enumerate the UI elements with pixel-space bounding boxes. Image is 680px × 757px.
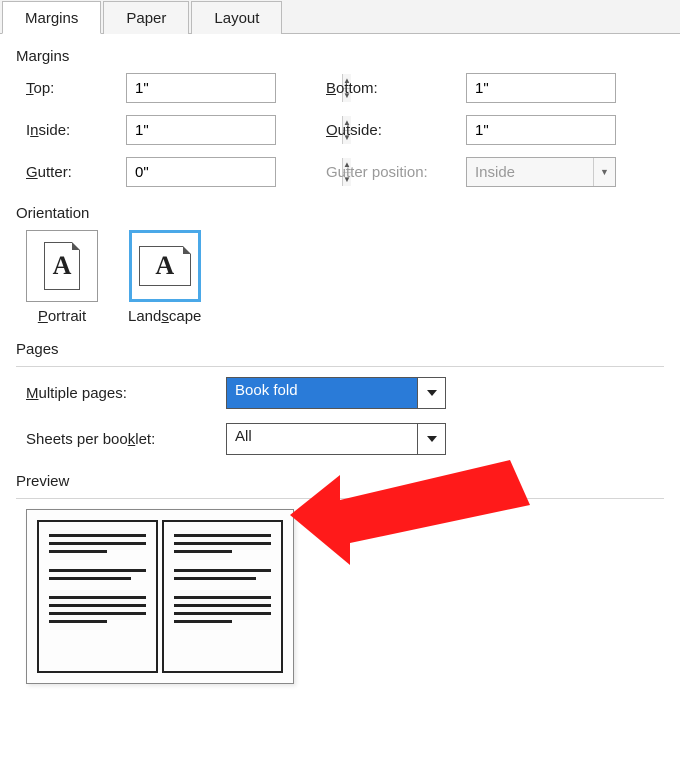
- section-orientation-label: Orientation: [16, 205, 664, 222]
- inside-spinner[interactable]: ▲ ▼: [126, 115, 276, 145]
- gutter-pos-value: Inside: [467, 164, 593, 181]
- bottom-label: Bottom:: [326, 80, 466, 97]
- bottom-input[interactable]: [467, 74, 680, 102]
- gutter-label: Gutter:: [26, 164, 126, 181]
- multiple-pages-value: Book fold: [227, 378, 417, 408]
- orientation-portrait[interactable]: A Portrait: [26, 230, 98, 325]
- tab-paper[interactable]: Paper: [103, 1, 189, 34]
- section-margins-label: Margins: [16, 48, 664, 65]
- outside-spinner[interactable]: ▲ ▼: [466, 115, 616, 145]
- page-icon: A: [44, 242, 80, 290]
- sheets-per-booklet-combo[interactable]: All: [226, 423, 446, 455]
- preview-page-left: [37, 520, 158, 673]
- top-spinner[interactable]: ▲ ▼: [126, 73, 276, 103]
- preview-box: [26, 509, 294, 684]
- multiple-pages-combo[interactable]: Book fold: [226, 377, 446, 409]
- sheets-per-booklet-label: Sheets per booklet:: [26, 431, 226, 448]
- page-icon: A: [139, 246, 191, 286]
- inside-input[interactable]: [127, 116, 342, 144]
- tab-margins[interactable]: Margins: [2, 1, 101, 34]
- gutter-spinner[interactable]: ▲ ▼: [126, 157, 276, 187]
- outside-input[interactable]: [467, 116, 680, 144]
- chevron-down-icon[interactable]: [417, 424, 445, 454]
- sheets-per-booklet-value: All: [227, 424, 417, 454]
- section-preview-label: Preview: [16, 473, 664, 490]
- outside-label: Outside:: [326, 122, 466, 139]
- gutter-pos-label: Gutter position:: [326, 164, 466, 181]
- orientation-landscape-label: Landscape: [128, 308, 201, 325]
- top-input[interactable]: [127, 74, 342, 102]
- multiple-pages-label: Multiple pages:: [26, 385, 226, 402]
- inside-label: Inside:: [26, 122, 126, 139]
- orientation-landscape[interactable]: A Landscape: [128, 230, 201, 325]
- chevron-down-icon[interactable]: [417, 378, 445, 408]
- tab-layout[interactable]: Layout: [191, 1, 282, 34]
- bottom-spinner[interactable]: ▲ ▼: [466, 73, 616, 103]
- tab-bar: Margins Paper Layout: [0, 0, 680, 34]
- preview-page-right: [162, 520, 283, 673]
- gutter-input[interactable]: [127, 158, 342, 186]
- chevron-down-icon: ▼: [593, 158, 615, 186]
- gutter-pos-combo: Inside ▼: [466, 157, 616, 187]
- orientation-portrait-label: Portrait: [38, 308, 86, 325]
- top-label: Top:: [26, 80, 126, 97]
- section-pages-label: Pages: [16, 341, 664, 358]
